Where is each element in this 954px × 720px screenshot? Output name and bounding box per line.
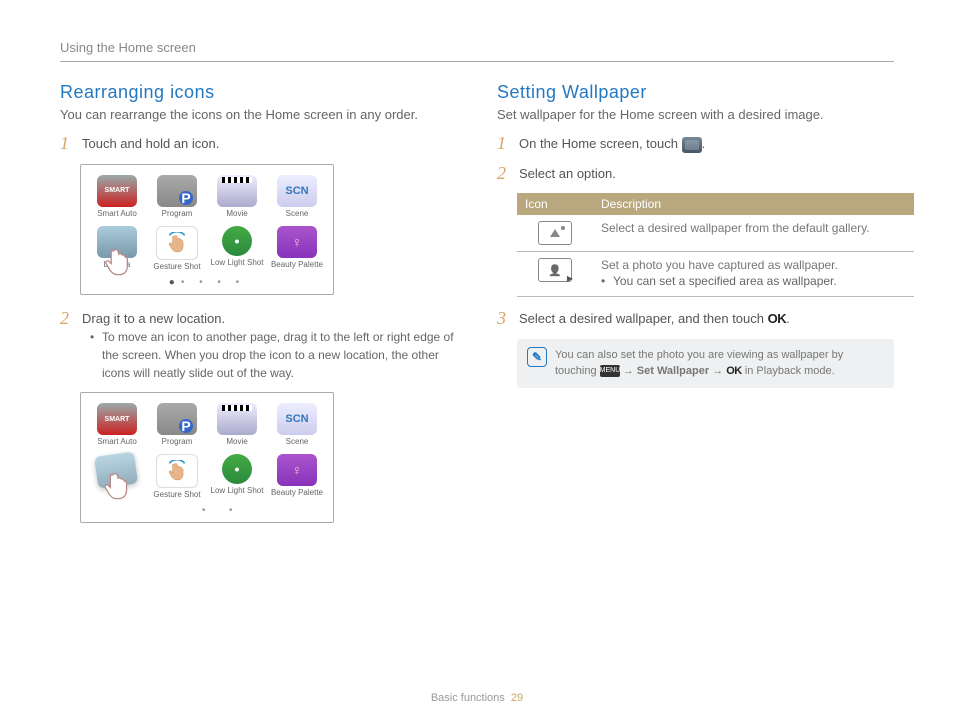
- home-screen-preview-1: Smart Auto Program Movie Scene Live Pa G…: [80, 164, 334, 295]
- step-text: Select an option.: [519, 164, 616, 184]
- app-movie: Movie: [209, 403, 265, 446]
- page-dots: ●• • • •: [89, 277, 325, 288]
- app-gesture-shot: Gesture Shot: [149, 226, 205, 271]
- step-number: 1: [60, 134, 74, 152]
- ok-label: OK: [768, 311, 787, 326]
- app-low-light: Low Light Shot: [209, 226, 265, 271]
- app-scene: Scene: [269, 403, 325, 446]
- gallery-icon: [538, 221, 572, 245]
- note-arrow: →: [712, 365, 726, 377]
- app-smart-auto: Smart Auto: [89, 175, 145, 218]
- app-dragging-icon: [86, 450, 148, 502]
- step-text: Select a desired wallpaper, and then tou…: [519, 311, 768, 326]
- app-program: Program: [149, 175, 205, 218]
- menu-icon: MENU: [600, 365, 620, 377]
- step-text: .: [702, 136, 706, 151]
- step-bullet: To move an icon to another page, drag it…: [90, 328, 457, 382]
- table-row: Set a photo you have captured as wallpap…: [517, 252, 914, 297]
- app-smart-auto: Smart Auto: [89, 403, 145, 446]
- step-text: Touch and hold an icon.: [82, 134, 219, 154]
- note-text: in Playback mode.: [745, 365, 835, 377]
- wallpaper-column: Setting Wallpaper Set wallpaper for the …: [497, 82, 894, 537]
- table-bullet: You can set a specified area as wallpape…: [601, 272, 906, 290]
- section-header: Using the Home screen: [60, 40, 894, 62]
- wallpaper-intro: Set wallpaper for the Home screen with a…: [497, 107, 894, 122]
- step-3: 3 Select a desired wallpaper, and then t…: [497, 309, 894, 329]
- table-header-icon: Icon: [517, 193, 593, 215]
- page-dots: • •: [89, 505, 325, 516]
- rearranging-title: Rearranging icons: [60, 82, 457, 103]
- ok-label: OK: [726, 365, 742, 377]
- step-2: 2 Select an option.: [497, 164, 894, 184]
- step-number: 1: [497, 134, 511, 152]
- table-desc: Set a photo you have captured as wallpap…: [601, 258, 838, 272]
- table-row: Select a desired wallpaper from the defa…: [517, 215, 914, 252]
- note-box: ✎ You can also set the photo you are vie…: [517, 339, 894, 388]
- app-low-light: Low Light Shot: [209, 454, 265, 499]
- home-screen-preview-2: Smart Auto Program Movie Scene Gesture S…: [80, 392, 334, 523]
- step-2: 2 Drag it to a new location. To move an …: [60, 309, 457, 383]
- app-beauty-palette: Beauty Palette: [269, 226, 325, 271]
- step-text: .: [786, 311, 790, 326]
- wallpaper-title: Setting Wallpaper: [497, 82, 894, 103]
- note-arrow: →: [623, 365, 637, 377]
- rearranging-intro: You can rearrange the icons on the Home …: [60, 107, 457, 122]
- wallpaper-app-icon: [682, 137, 702, 153]
- page-number: 29: [511, 692, 523, 704]
- app-live-panorama: Live Pa: [89, 226, 145, 271]
- table-desc: Select a desired wallpaper from the defa…: [593, 215, 914, 252]
- footer-section: Basic functions: [431, 692, 505, 704]
- step-number: 3: [497, 309, 511, 327]
- rearranging-column: Rearranging icons You can rearrange the …: [60, 82, 457, 537]
- page-footer: Basic functions 29: [0, 692, 954, 704]
- step-1: 1 Touch and hold an icon.: [60, 134, 457, 154]
- note-icon: ✎: [527, 347, 547, 367]
- app-beauty-palette: Beauty Palette: [269, 454, 325, 499]
- app-scene: Scene: [269, 175, 325, 218]
- step-1: 1 On the Home screen, touch .: [497, 134, 894, 154]
- note-bold: Set Wallpaper: [637, 365, 709, 377]
- user-photo-icon: [538, 258, 572, 282]
- step-text: Drag it to a new location.: [82, 311, 225, 326]
- table-header-desc: Description: [593, 193, 914, 215]
- step-text: On the Home screen, touch: [519, 136, 682, 151]
- app-program: Program: [149, 403, 205, 446]
- step-number: 2: [497, 164, 511, 182]
- wallpaper-options-table: Icon Description Select a desired wallpa…: [517, 193, 914, 297]
- step-number: 2: [60, 309, 74, 327]
- app-gesture-shot: Gesture Shot: [149, 454, 205, 499]
- app-movie: Movie: [209, 175, 265, 218]
